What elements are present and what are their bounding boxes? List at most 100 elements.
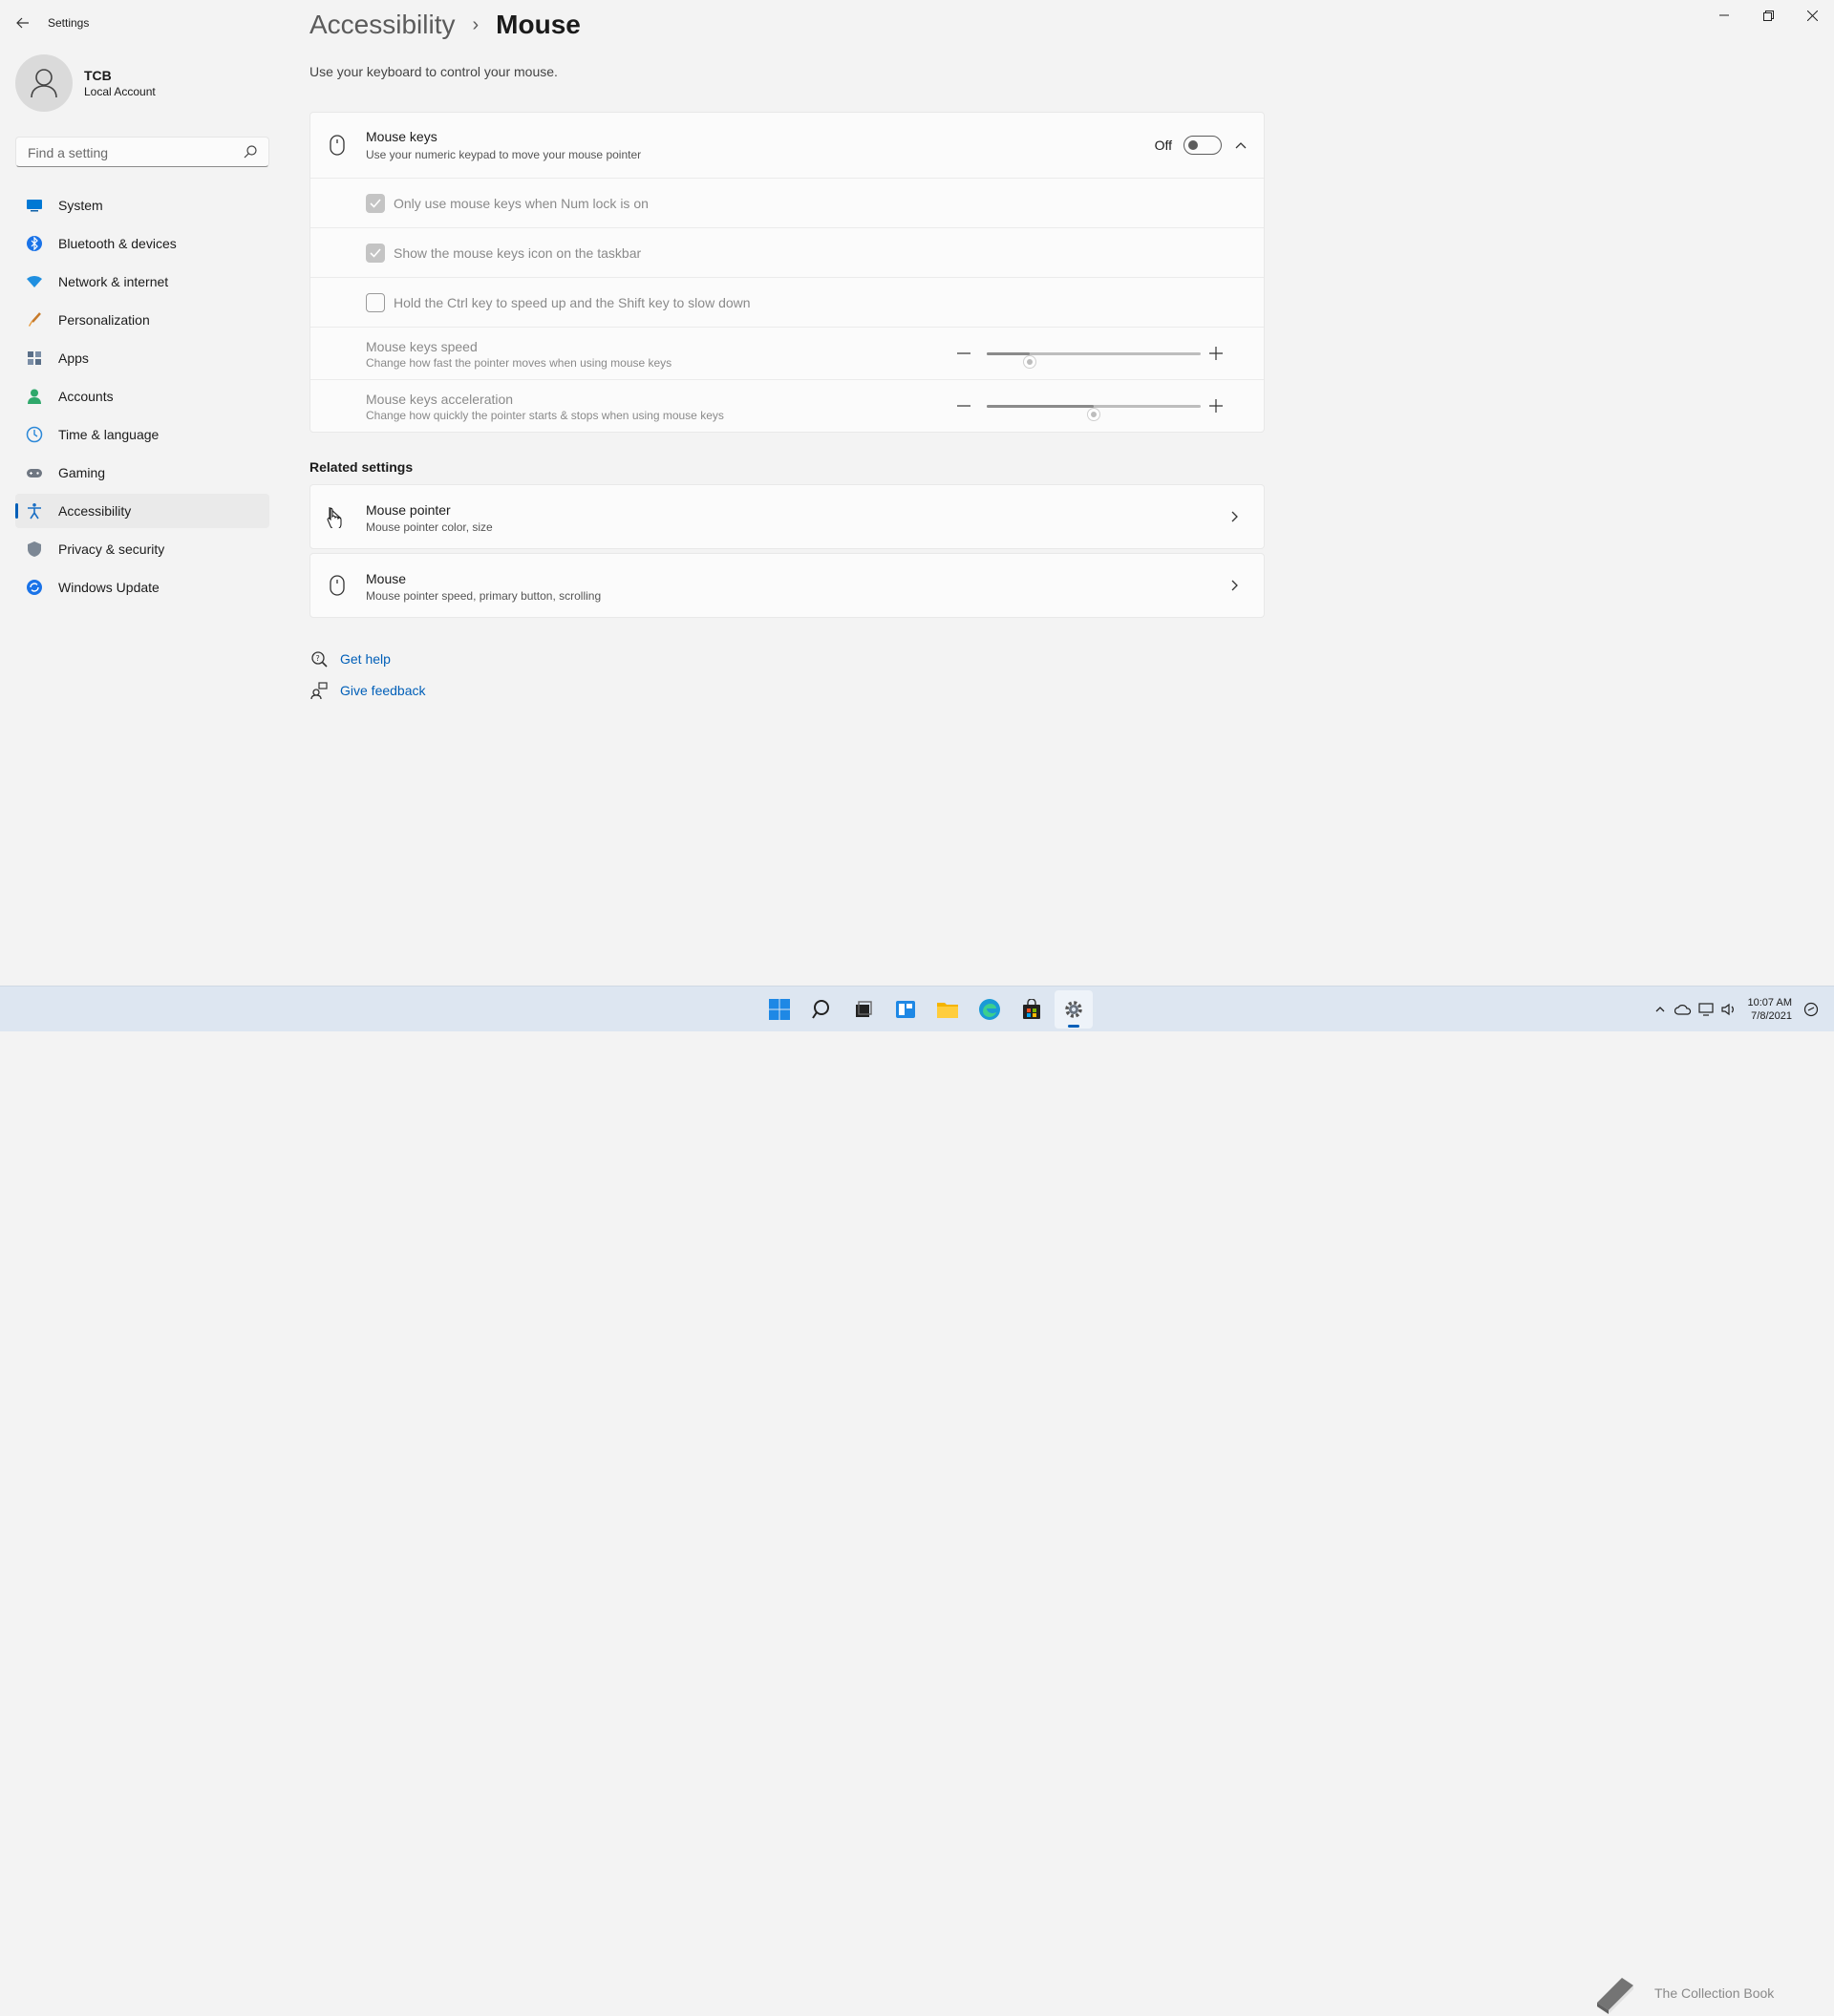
network-button[interactable] (1697, 1001, 1715, 1018)
sidebar-item-gaming[interactable]: Gaming (15, 456, 269, 490)
minus-icon (957, 352, 970, 354)
breadcrumb-parent[interactable]: Accessibility (309, 10, 455, 40)
bluetooth-icon (26, 235, 43, 252)
start-button[interactable] (760, 990, 799, 1029)
clock[interactable]: 10:07 AM 7/8/2021 (1748, 996, 1792, 1023)
help-icon: ? (309, 649, 329, 668)
accessibility-icon (26, 502, 43, 520)
related-settings-heading: Related settings (309, 459, 414, 475)
toggle-knob (1188, 140, 1198, 150)
num-lock-checkbox[interactable] (366, 193, 385, 213)
speed-slider[interactable] (987, 352, 1201, 369)
sidebar-item-personalization[interactable]: Personalization (15, 303, 269, 337)
sidebar-item-apps[interactable]: Apps (15, 341, 269, 375)
mouse-keys-row[interactable]: Mouse keys Use your numeric keypad to mo… (310, 113, 1264, 179)
option-num-lock-row: Only use mouse keys when Num lock is on (310, 179, 1264, 228)
slider-thumb[interactable] (1022, 355, 1036, 369)
mouse-keys-title: Mouse keys (366, 129, 437, 144)
store-button[interactable] (1013, 990, 1051, 1029)
get-help-label[interactable]: Get help (340, 651, 391, 667)
collapse-button[interactable] (1231, 136, 1250, 155)
volume-button[interactable] (1720, 1001, 1738, 1018)
back-button[interactable] (13, 13, 32, 32)
related-mouse-pointer-card[interactable]: Mouse pointer Mouse pointer color, size (309, 484, 1265, 549)
mouse-keys-acceleration-row: Mouse keys acceleration Change how quick… (310, 380, 1264, 432)
settings-app-button[interactable] (1055, 990, 1093, 1029)
feedback-icon (309, 681, 329, 700)
shield-icon (26, 541, 43, 558)
task-view-button[interactable] (844, 990, 883, 1029)
gamepad-icon (26, 464, 43, 481)
widgets-button[interactable] (886, 990, 925, 1029)
search-icon[interactable] (244, 145, 257, 159)
notification-button[interactable] (1802, 1001, 1820, 1018)
taskbar-icon-checkbox[interactable] (366, 243, 385, 263)
mouse-title: Mouse (366, 571, 407, 586)
notification-icon (1803, 1002, 1819, 1017)
related-mouse-card[interactable]: Mouse Mouse pointer speed, primary butto… (309, 553, 1265, 618)
checkmark-icon (370, 198, 381, 208)
give-feedback-label[interactable]: Give feedback (340, 683, 426, 698)
slider-thumb[interactable] (1087, 408, 1100, 421)
speed-increase-button[interactable] (1206, 344, 1226, 363)
speed-decrease-button[interactable] (954, 344, 973, 363)
gear-icon (1065, 1001, 1082, 1018)
mouse-row[interactable]: Mouse Mouse pointer speed, primary butto… (310, 554, 1264, 617)
acceleration-title: Mouse keys acceleration (366, 392, 514, 407)
get-help-link[interactable]: ? Get help (309, 649, 391, 668)
app-title: Settings (48, 16, 90, 30)
search-input[interactable] (26, 138, 240, 168)
user-name: TCB (84, 68, 112, 83)
sidebar-item-label: Accounts (58, 389, 114, 404)
mouse-pointer-row[interactable]: Mouse pointer Mouse pointer color, size (310, 485, 1264, 548)
option-ctrl-shift-row: Hold the Ctrl key to speed up and the Sh… (310, 278, 1264, 328)
sidebar-item-label: Network & internet (58, 274, 169, 289)
update-icon (26, 579, 43, 596)
page-title: Mouse (496, 10, 581, 39)
file-explorer-button[interactable] (928, 990, 967, 1029)
minimize-button[interactable] (1702, 0, 1746, 31)
close-button[interactable] (1790, 0, 1834, 31)
sidebar-item-accessibility[interactable]: Accessibility (15, 494, 269, 528)
sidebar-item-accounts[interactable]: Accounts (15, 379, 269, 414)
cloud-icon (1674, 1005, 1691, 1015)
give-feedback-link[interactable]: Give feedback (309, 681, 426, 700)
mouse-pointer-subtitle: Mouse pointer color, size (366, 520, 493, 534)
clock-date: 7/8/2021 (1751, 1010, 1792, 1022)
clock-time: 10:07 AM (1747, 997, 1792, 1008)
acceleration-decrease-button[interactable] (954, 396, 973, 415)
sidebar-item-bluetooth[interactable]: Bluetooth & devices (15, 226, 269, 261)
mouse-keys-toggle-group: Off (1155, 136, 1222, 155)
avatar[interactable] (15, 54, 73, 112)
sidebar-item-system[interactable]: System (15, 188, 269, 223)
toggle-state-label: Off (1154, 138, 1172, 153)
minus-icon (957, 405, 970, 407)
taskbar-search-button[interactable] (802, 990, 841, 1029)
restore-button[interactable] (1746, 0, 1790, 31)
edge-button[interactable] (970, 990, 1009, 1029)
user-profile[interactable]: TCB Local Account (15, 54, 156, 112)
restore-icon (1762, 10, 1774, 21)
minimize-icon (1719, 14, 1729, 16)
sidebar-item-windows-update[interactable]: Windows Update (15, 570, 269, 605)
watermark-book-logo (1597, 1978, 1633, 2014)
task-view-icon (856, 1001, 872, 1017)
system-icon (26, 197, 43, 214)
svg-text:?: ? (316, 654, 320, 663)
tray-overflow-button[interactable] (1652, 1001, 1669, 1018)
sidebar-item-label: Gaming (58, 465, 106, 480)
acceleration-increase-button[interactable] (1206, 396, 1226, 415)
ctrl-shift-checkbox[interactable] (366, 292, 385, 312)
onedrive-button[interactable] (1674, 1001, 1692, 1018)
search-box[interactable] (15, 137, 269, 168)
sidebar-item-network[interactable]: Network & internet (15, 265, 269, 299)
acceleration-subtitle: Change how quickly the pointer starts & … (366, 409, 724, 422)
sidebar-item-time-language[interactable]: Time & language (15, 417, 269, 452)
sidebar-nav: System Bluetooth & devices Network & int… (15, 188, 269, 608)
speaker-icon (1720, 1003, 1734, 1016)
acceleration-slider[interactable] (987, 405, 1201, 421)
cursor-hand-icon (327, 507, 342, 528)
sidebar-item-privacy[interactable]: Privacy & security (15, 532, 269, 566)
mouse-keys-card: Mouse keys Use your numeric keypad to mo… (309, 112, 1265, 433)
mouse-keys-toggle[interactable] (1184, 136, 1222, 155)
